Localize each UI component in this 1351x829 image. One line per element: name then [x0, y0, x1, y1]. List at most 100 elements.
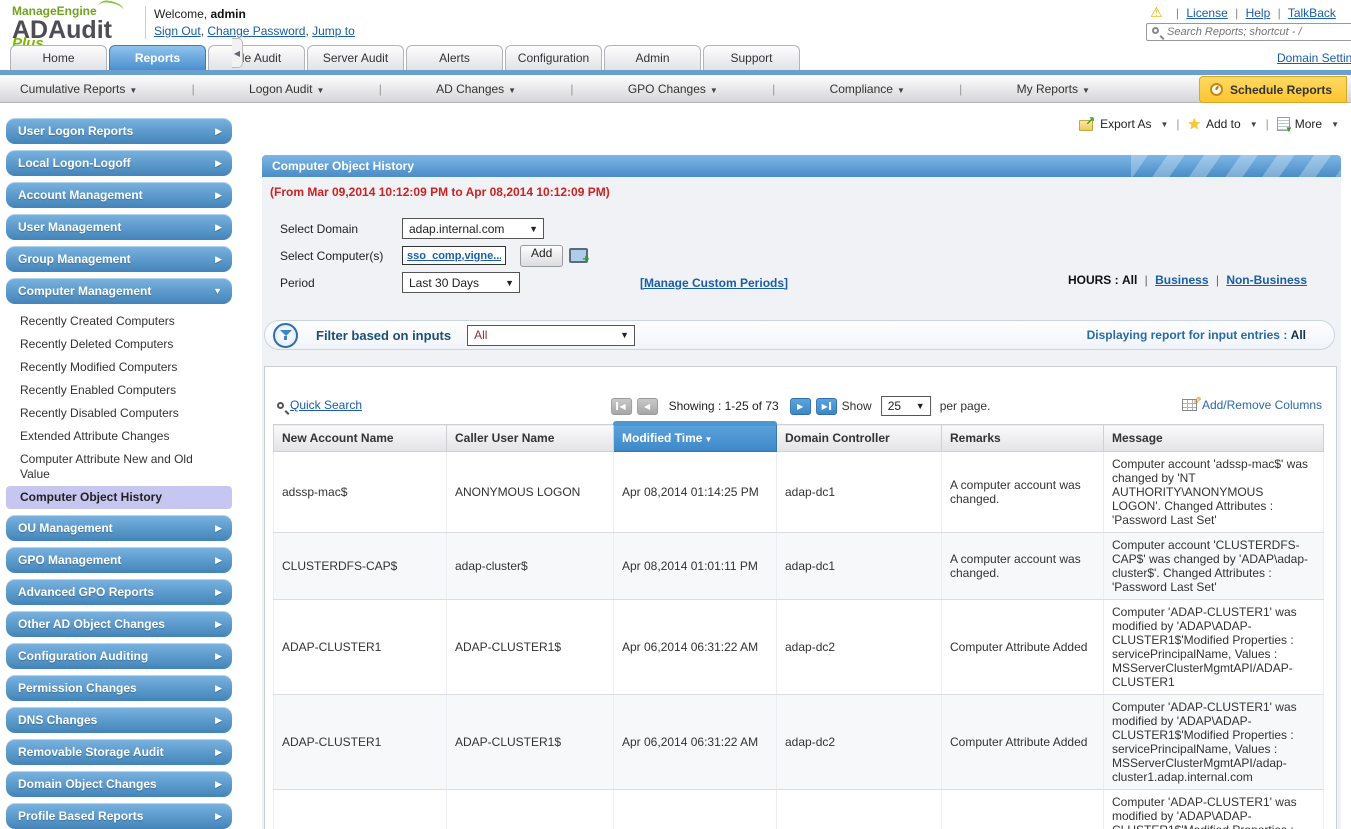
tab-configuration[interactable]: Configuration [505, 45, 602, 70]
subnav-logon-audit[interactable]: Logon Audit ▼ [249, 82, 324, 96]
sidebar-section-profile-based-reports[interactable]: Profile Based Reports ▶ [6, 803, 232, 829]
column-header-new-account-name[interactable]: New Account Name [273, 424, 447, 452]
column-header-remarks[interactable]: Remarks [941, 424, 1104, 452]
sidebar-section-user-logon-reports[interactable]: User Logon Reports ▶ [6, 118, 232, 144]
tab-alerts[interactable]: Alerts [406, 45, 503, 70]
sidebar-section-user-management[interactable]: User Management ▶ [6, 214, 232, 240]
sidebar-collapse-handle[interactable]: ◀ [232, 38, 243, 68]
tab-support[interactable]: Support [703, 45, 800, 70]
sidebar-item-recently-enabled-computers[interactable]: Recently Enabled Computers [6, 379, 232, 402]
sidebar-section-ou-management[interactable]: OU Management ▶ [6, 515, 232, 541]
displaying-entries-text: Displaying report for input entries : Al… [1086, 328, 1306, 342]
more-button[interactable]: More ▼ [1276, 117, 1339, 134]
tab-file-audit[interactable]: File Audit [208, 45, 305, 70]
tab-server-audit[interactable]: Server Audit [307, 45, 404, 70]
quick-search-link[interactable]: Quick Search [277, 398, 362, 412]
app-header: ManageEngine ADAudit Plus Welcome, admin… [0, 0, 1351, 52]
hours-business-link[interactable]: Business [1155, 273, 1208, 287]
chevron-right-icon: ▶ [215, 778, 222, 789]
sidebar-item-recently-disabled-computers[interactable]: Recently Disabled Computers [6, 402, 232, 425]
select-computers-row: Select Computer(s) sso_comp,vigne... Add [280, 242, 1341, 269]
sidebar-section-permission-changes[interactable]: Permission Changes ▶ [6, 675, 232, 701]
hours-filter: HOURS : All | Business | Non-Business [1067, 273, 1307, 287]
sidebar-section-other-ad-object-changes[interactable]: Other AD Object Changes ▶ [6, 611, 232, 637]
jump-to-link[interactable]: Jump to [312, 24, 355, 38]
session-links: Sign Out, Change Password, Jump to [154, 24, 355, 38]
chevron-down-icon: ▼ [1249, 119, 1258, 129]
prev-page-button[interactable]: ◀ [636, 397, 658, 415]
computers-value-box[interactable]: sso_comp,vigne... [402, 246, 506, 265]
last-page-button[interactable]: ▶ [815, 397, 837, 415]
username: admin [210, 7, 246, 21]
add-computer-icon[interactable] [569, 248, 589, 266]
page-title: Computer Object History [272, 159, 415, 173]
column-header-message[interactable]: Message [1103, 424, 1324, 452]
sidebar-item-recently-modified-computers[interactable]: Recently Modified Computers [6, 356, 232, 379]
report-actions: Export As ▼ | ★ Add to ▼ | More ▼ [1079, 114, 1339, 134]
cell-remarks: Computer Attribute Added [941, 694, 1104, 790]
manage-custom-periods-link[interactable]: [Manage Custom Periods] [640, 276, 788, 290]
export-as-button[interactable]: Export As ▼ [1079, 114, 1168, 131]
search-input[interactable] [1167, 25, 1351, 39]
column-header-caller-user-name[interactable]: Caller User Name [446, 424, 614, 452]
sidebar-item-recently-created-computers[interactable]: Recently Created Computers [6, 310, 232, 333]
cell-new-account-name: ADAP-CLUSTER1 [273, 789, 447, 829]
sidebar-item-computer-object-history[interactable]: Computer Object History [6, 486, 232, 509]
search-box [1146, 23, 1351, 41]
column-header-modified-time[interactable]: Modified Time ▼ [612, 421, 777, 452]
tab-admin[interactable]: Admin [604, 45, 701, 70]
table-header-row: New Account Name Caller User Name Modifi… [273, 421, 1324, 452]
sidebar-section-local-logon-logoff[interactable]: Local Logon-Logoff ▶ [6, 150, 232, 176]
sidebar-section-configuration-auditing[interactable]: Configuration Auditing ▶ [6, 643, 232, 669]
hours-nonbusiness-link[interactable]: Non-Business [1226, 273, 1307, 287]
search-icon [277, 401, 284, 409]
cell-message: Computer account 'CLUSTERDFS-CAP$' was c… [1103, 532, 1324, 600]
chevron-down-icon: ▼ [915, 401, 925, 411]
change-password-link[interactable]: Change Password [207, 24, 305, 38]
sidebar-section-removable-storage-audit[interactable]: Removable Storage Audit ▶ [6, 739, 232, 765]
add-to-button[interactable]: ★ Add to ▼ [1188, 115, 1258, 133]
sidebar-section-account-management[interactable]: Account Management ▶ [6, 182, 232, 208]
next-page-button[interactable]: ▶ [789, 397, 811, 415]
filter-select[interactable]: All ▼ [467, 324, 636, 346]
sidebar-item-recently-deleted-computers[interactable]: Recently Deleted Computers [6, 333, 232, 356]
cell-domain-controller: adap-dc1 [776, 532, 942, 600]
help-link[interactable]: Help [1246, 6, 1271, 20]
report-title-bar: Computer Object History [262, 155, 1341, 177]
column-header-domain-controller[interactable]: Domain Controller [776, 424, 942, 452]
first-page-button[interactable]: ◀ [610, 397, 632, 415]
license-link[interactable]: License [1186, 6, 1227, 20]
warning-icon[interactable]: ⚠ [1150, 4, 1163, 20]
sidebar-section-advanced-gpo-reports[interactable]: Advanced GPO Reports ▶ [6, 579, 232, 605]
sidebar-section-dns-changes[interactable]: DNS Changes ▶ [6, 707, 232, 733]
tab-home[interactable]: Home [10, 45, 107, 70]
page-size-select[interactable]: 25 ▼ [880, 396, 931, 416]
subnav-cumulative-reports[interactable]: Cumulative Reports ▼ [20, 82, 137, 96]
domain-select[interactable]: adap.internal.com ▼ [402, 218, 544, 239]
add-button[interactable]: Add [520, 244, 564, 267]
period-label: Period [280, 275, 315, 290]
filter-bar: Filter based on inputs All ▼ Displaying … [264, 320, 1335, 350]
add-remove-columns-button[interactable]: Add/Remove Columns [1181, 398, 1322, 412]
subnav-my-reports[interactable]: My Reports ▼ [1017, 82, 1090, 96]
period-select[interactable]: Last 30 Days ▼ [402, 272, 520, 293]
domain-settings-link[interactable]: Domain Settings [1277, 51, 1351, 65]
sign-out-link[interactable]: Sign Out [154, 24, 201, 38]
chevron-right-icon: ▶ [215, 586, 222, 597]
tab-reports[interactable]: Reports [109, 45, 206, 70]
sidebar-item-computer-attribute-new-old-value[interactable]: Computer Attribute New and Old Value [6, 448, 232, 486]
talkback-link[interactable]: TalkBack [1288, 6, 1336, 20]
sidebar-section-group-management[interactable]: Group Management ▶ [6, 246, 232, 272]
subnav-ad-changes[interactable]: AD Changes ▼ [436, 82, 516, 96]
sidebar-section-domain-object-changes[interactable]: Domain Object Changes ▶ [6, 771, 232, 797]
cell-remarks: Computer Attribute Added [941, 789, 1104, 829]
subnav-compliance[interactable]: Compliance ▼ [830, 82, 905, 96]
sidebar-section-gpo-management[interactable]: GPO Management ▶ [6, 547, 232, 573]
subnav-gpo-changes[interactable]: GPO Changes ▼ [628, 82, 718, 96]
sidebar-section-computer-management[interactable]: Computer Management ▼ [6, 278, 232, 304]
sidebar-item-extended-attribute-changes[interactable]: Extended Attribute Changes [6, 425, 232, 448]
schedule-reports-button[interactable]: Schedule Reports [1198, 76, 1347, 103]
cell-remarks: Computer Attribute Added [941, 599, 1104, 695]
hours-all[interactable]: All [1122, 273, 1137, 287]
cell-new-account-name: adssp-mac$ [273, 451, 447, 533]
